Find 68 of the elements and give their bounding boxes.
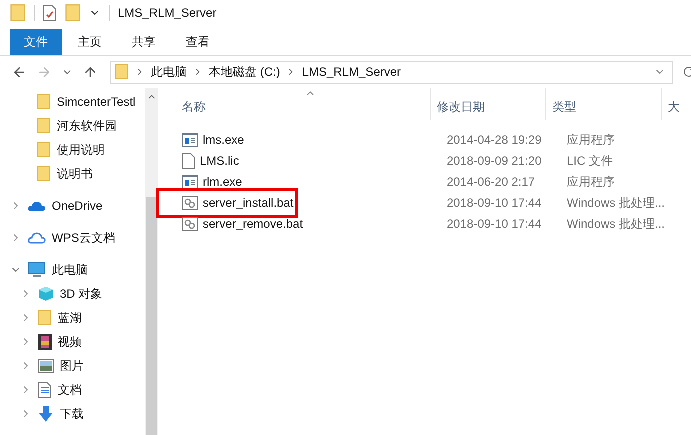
film-icon <box>38 334 52 350</box>
file-name: lms.exe <box>203 132 244 148</box>
scrollbar[interactable] <box>145 88 158 435</box>
nav-item-label[interactable]: 河东软件园 <box>57 117 117 135</box>
file-icon <box>182 152 195 168</box>
column-header[interactable]: 类型 <box>546 88 662 120</box>
folder-icon <box>65 4 81 22</box>
up-button[interactable] <box>83 64 98 80</box>
application-icon <box>182 132 198 146</box>
file-name: LMS.lic <box>200 152 240 170</box>
cube-icon <box>38 286 54 302</box>
nav-item-label[interactable]: 图片 <box>60 357 84 375</box>
date-cell-text: 2014-06-20 2:17 <box>446 174 536 190</box>
picture-icon <box>38 359 54 373</box>
application-icon <box>182 174 198 188</box>
date-cell-text: 2018-09-10 17:44 <box>446 194 543 212</box>
folder-icon <box>115 64 129 80</box>
folder-icon <box>37 94 51 110</box>
nav-item-label[interactable]: 文档 <box>58 381 82 399</box>
document-icon <box>38 382 52 398</box>
computer-icon <box>28 262 46 278</box>
download-icon <box>38 406 54 422</box>
gears-icon <box>182 196 198 210</box>
column-header[interactable]: 修改日期 <box>430 88 546 120</box>
date-cell-text: 2018-09-10 17:44 <box>446 216 543 232</box>
address-bar[interactable]: 此电脑 本地磁盘 (C:) LMS_RLM_Server <box>110 60 673 84</box>
folder-icon <box>10 4 26 22</box>
cloud-icon <box>28 200 46 212</box>
nav-item-label[interactable]: 蓝湖 <box>58 309 82 327</box>
nav-item-label[interactable]: OneDrive <box>52 197 103 215</box>
type-cell-text: Windows 批处理... <box>566 194 666 212</box>
cloud-icon <box>28 231 46 245</box>
breadcrumb-item[interactable]: 本地磁盘 (C:) <box>209 63 280 81</box>
nav-item-label[interactable]: 此电脑 <box>52 261 88 279</box>
nav-item-label[interactable]: 下载 <box>60 405 84 423</box>
forward-button[interactable] <box>37 64 52 80</box>
ribbon-tab[interactable]: 共享 <box>118 29 170 55</box>
back-button[interactable] <box>12 64 27 80</box>
folder-icon <box>37 166 51 182</box>
type-cell-text: 应用程序 <box>566 174 616 190</box>
type-cell-text: 应用程序 <box>566 132 616 148</box>
scroll-thumb[interactable] <box>146 197 157 435</box>
column-header[interactable]: 大 <box>662 88 691 120</box>
folder-icon <box>37 118 51 134</box>
properties-icon[interactable] <box>43 5 57 21</box>
folder-icon <box>37 142 51 158</box>
column-header[interactable]: 名称 <box>180 88 431 120</box>
nav-item-label[interactable]: SimcenterTestl <box>57 93 136 111</box>
date-cell-text: 2018-09-09 21:20 <box>446 152 543 170</box>
window-title: LMS_RLM_Server <box>118 5 217 22</box>
gears-icon <box>182 216 198 230</box>
nav-item-label[interactable]: 使用说明 <box>57 141 105 159</box>
type-cell-text: Windows 批处理... <box>566 216 666 232</box>
file-tab[interactable]: 文件 <box>10 29 62 55</box>
ribbon-tab[interactable]: 主页 <box>64 29 116 55</box>
file-name: rlm.exe <box>203 174 242 190</box>
date-cell-text: 2014-04-28 19:29 <box>446 132 543 148</box>
file-name: server_install.bat <box>203 194 294 212</box>
nav-item-label[interactable]: WPS云文档 <box>52 229 116 247</box>
nav-item-label[interactable]: 视频 <box>58 333 82 351</box>
breadcrumb-item[interactable]: LMS_RLM_Server <box>302 63 402 81</box>
ribbon-tab[interactable]: 查看 <box>172 29 224 55</box>
file-name: server_remove.bat <box>203 216 304 232</box>
breadcrumb-item[interactable]: 此电脑 <box>151 63 187 81</box>
nav-item-label[interactable]: 说明书 <box>57 165 93 183</box>
nav-item-label[interactable]: 3D 对象 <box>60 285 103 303</box>
folder-icon <box>38 310 52 326</box>
type-cell-text: LIC 文件 <box>566 152 614 170</box>
